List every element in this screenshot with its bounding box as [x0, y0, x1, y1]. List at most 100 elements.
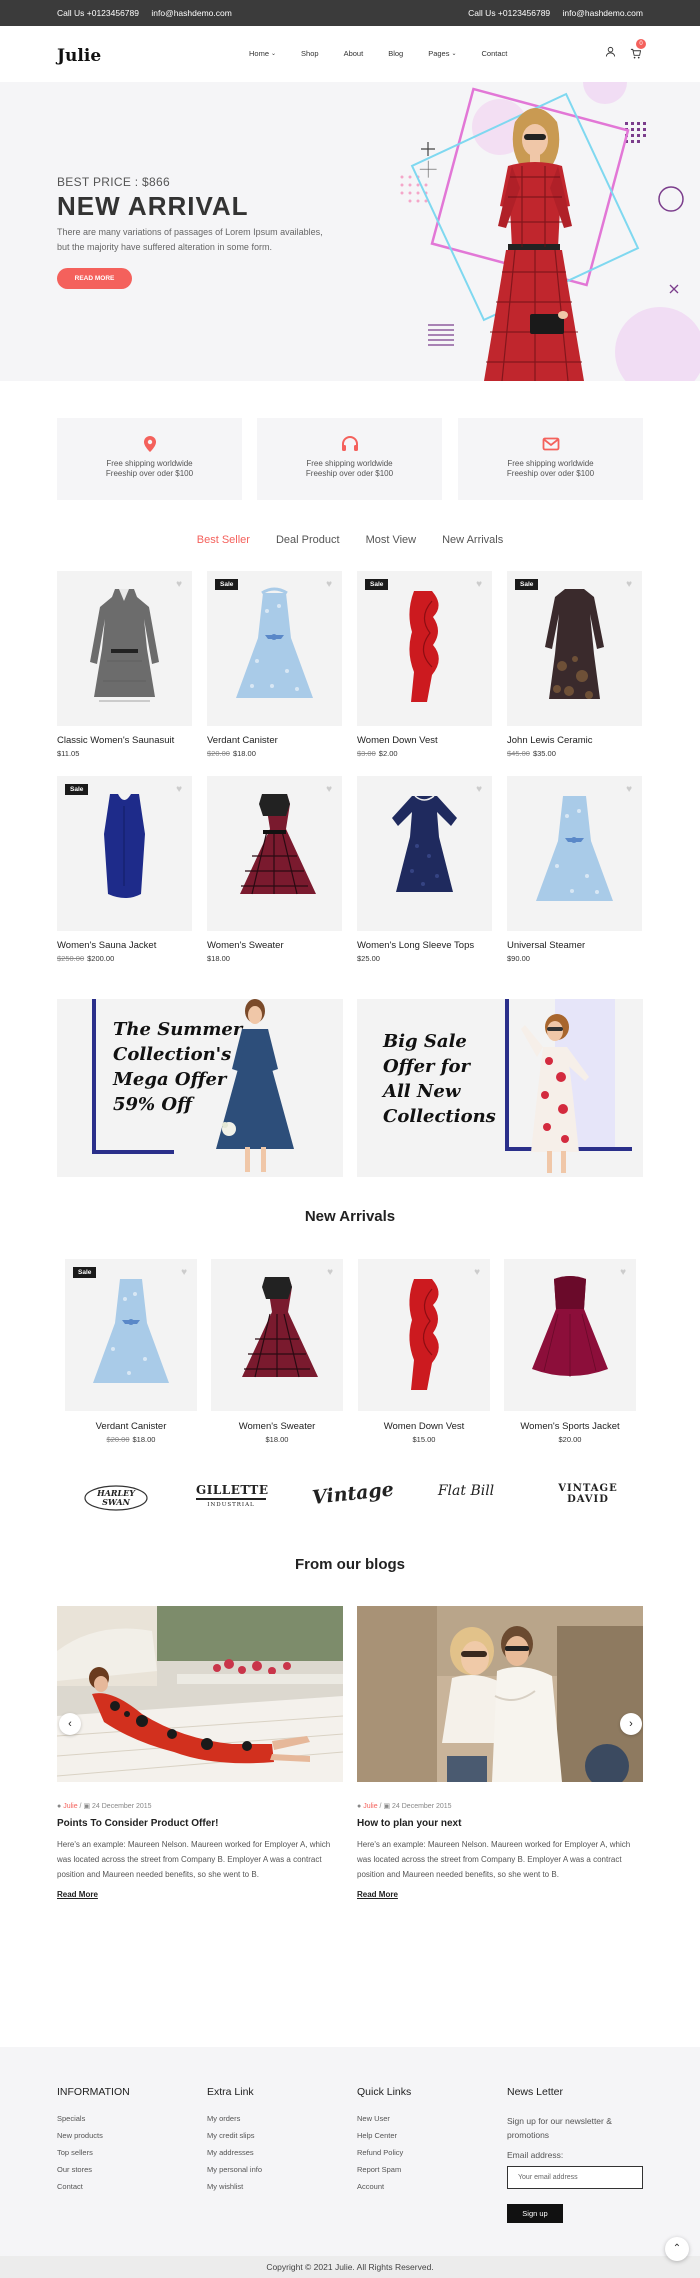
footer-link[interactable]: New products — [57, 2131, 130, 2140]
heart-icon[interactable]: ♥ — [626, 784, 632, 795]
nav-item-contact[interactable]: Contact — [482, 49, 508, 58]
page: Call Us +0123456789 info@hashdemo.com Ca… — [0, 0, 700, 2278]
heart-icon[interactable]: ♥ — [176, 579, 182, 590]
footer-link[interactable]: Specials — [57, 2114, 130, 2123]
heart-icon[interactable]: ♥ — [326, 579, 332, 590]
product-name[interactable]: Verdant Canister — [207, 735, 342, 746]
heart-icon[interactable]: ♥ — [626, 579, 632, 590]
carousel-next-button[interactable]: › — [620, 1713, 642, 1735]
signup-button[interactable]: Sign up — [507, 2204, 563, 2223]
tab-best-seller[interactable]: Best Seller — [197, 534, 250, 546]
footer-link[interactable]: My credit slips — [207, 2131, 262, 2140]
mail-icon — [458, 435, 643, 453]
blog-author[interactable]: Julie — [363, 1803, 377, 1810]
product-name[interactable]: John Lewis Ceramic — [507, 735, 642, 746]
footer-link[interactable]: Help Center — [357, 2131, 411, 2140]
product-name[interactable]: Classic Women's Saunasuit — [57, 735, 192, 746]
product-name[interactable]: Women's Long Sleeve Tops — [357, 940, 492, 951]
footer-link[interactable]: Our stores — [57, 2165, 130, 2174]
back-to-top-button[interactable]: ⌃ — [665, 2237, 689, 2261]
product-name[interactable]: Women's Sweater — [207, 940, 342, 951]
carousel-prev-button[interactable]: ‹ — [59, 1713, 81, 1735]
footer-link[interactable]: My personal info — [207, 2165, 262, 2174]
footer-link[interactable]: Account — [357, 2182, 411, 2191]
read-more-button[interactable]: READ MORE — [57, 268, 132, 289]
heart-icon[interactable]: ♥ — [327, 1267, 333, 1278]
read-more-link[interactable]: Read More — [57, 1890, 343, 1899]
nav-item-blog[interactable]: Blog — [388, 49, 403, 58]
product-card[interactable]: ♥ Universal Steamer $90.00 — [507, 776, 642, 963]
product-name[interactable]: Women's Sweater — [211, 1421, 343, 1432]
blog-image[interactable] — [357, 1606, 643, 1782]
tab-new-arrivals[interactable]: New Arrivals — [442, 534, 503, 546]
product-name[interactable]: Women Down Vest — [357, 735, 492, 746]
brand-logo-gillette[interactable]: GILLETTE INDUSTRIAL — [196, 1483, 268, 1508]
product-card[interactable]: ♥ Classic Women's Saunasuit $11.05 — [57, 571, 192, 758]
product-card[interactable]: ♥ Women's Sweater $18.00 — [211, 1259, 343, 1444]
product-name[interactable]: Women's Sports Jacket — [504, 1421, 636, 1432]
heart-icon[interactable]: ♥ — [326, 784, 332, 795]
product-card[interactable]: Sale ♥ John Lewis Ceramic $45.00 $35.00 — [507, 571, 642, 758]
blog-image[interactable] — [57, 1606, 343, 1782]
product-card[interactable]: Sale ♥ Verdant Canister $20.00 $18.00 — [65, 1259, 197, 1444]
footer-link[interactable]: My wishlist — [207, 2182, 262, 2191]
heart-icon[interactable]: ♥ — [474, 1267, 480, 1278]
footer-link[interactable]: Refund Policy — [357, 2148, 411, 2157]
footer-link[interactable]: Top sellers — [57, 2148, 130, 2157]
product-image: ♥ — [211, 1259, 343, 1411]
footer-link[interactable]: Contact — [57, 2182, 130, 2191]
nav-item-about[interactable]: About — [344, 49, 364, 58]
brand-logo-flat-bill[interactable]: Flat Bill — [428, 1483, 504, 1499]
cart-button[interactable]: 0 — [630, 39, 646, 64]
product-card[interactable]: Sale ♥ Women's Sauna Jacket $250.00 $200.… — [57, 776, 192, 963]
heart-icon[interactable]: ♥ — [176, 784, 182, 795]
nav-label: Shop — [301, 49, 319, 58]
product-card[interactable]: ♥ Women's Sweater $18.00 — [207, 776, 342, 963]
user-icon[interactable] — [605, 46, 616, 57]
product-dress-image — [392, 795, 457, 892]
feature-title: Free shipping worldwide — [306, 459, 393, 468]
product-name[interactable]: Women Down Vest — [358, 1421, 490, 1432]
promo-banner-summer[interactable]: The Summer Collection's Mega Offer 59% O… — [57, 999, 343, 1177]
footer-heading: Quick Links — [357, 2086, 412, 2098]
nav-item-home[interactable]: Home ⌄ — [249, 49, 276, 58]
product-name[interactable]: Women's Sauna Jacket — [57, 940, 192, 951]
product-dress-image — [240, 794, 316, 895]
footer-heading: News Letter — [507, 2086, 564, 2098]
nav-item-shop[interactable]: Shop — [301, 49, 319, 58]
footer-link[interactable]: Report Spam — [357, 2165, 411, 2174]
product-card[interactable]: ♥ Women's Long Sleeve Tops $25.00 — [357, 776, 492, 963]
email-input[interactable]: Your email address — [507, 2166, 643, 2189]
heart-icon[interactable]: ♥ — [181, 1267, 187, 1278]
blog-title[interactable]: How to plan your next — [357, 1818, 643, 1829]
brand-logo-vintage-david[interactable]: VINTAGE DAVID — [548, 1483, 628, 1505]
product-card[interactable]: ♥ Women Down Vest $15.00 — [358, 1259, 490, 1444]
product-name[interactable]: Universal Steamer — [507, 940, 642, 951]
sale-badge: Sale — [65, 784, 89, 795]
product-card[interactable]: Sale ♥ Women Down Vest $3.00 $2.00 — [357, 571, 492, 758]
brand-logo-vintage[interactable]: Vintage — [311, 1478, 395, 1508]
tab-deal-product[interactable]: Deal Product — [276, 534, 340, 546]
email-link[interactable]: info@hashdemo.com — [151, 8, 231, 18]
tab-most-view[interactable]: Most View — [366, 534, 417, 546]
blog-title[interactable]: Points To Consider Product Offer! — [57, 1818, 343, 1829]
heart-icon[interactable]: ♥ — [476, 784, 482, 795]
brand-logo-harley-swan[interactable]: HARLEY SWAN — [83, 1483, 149, 1517]
promo-banner-sale[interactable]: Big Sale Offer for All New Collections — [357, 999, 643, 1177]
footer-link[interactable]: New User — [357, 2114, 411, 2123]
email-link[interactable]: info@hashdemo.com — [563, 8, 643, 18]
product-name[interactable]: Verdant Canister — [65, 1421, 197, 1432]
heart-icon[interactable]: ♥ — [476, 579, 482, 590]
footer-link[interactable]: My addresses — [207, 2148, 262, 2157]
footer-column-information: INFORMATION Specials New products Top se… — [57, 2086, 130, 2199]
heart-icon[interactable]: ♥ — [620, 1267, 626, 1278]
product-card[interactable]: Sale ♥ Verdant Canister $20.00 $18.00 — [207, 571, 342, 758]
logo[interactable]: Julie — [57, 46, 101, 66]
product-card[interactable]: ♥ Women's Sports Jacket $20.00 — [504, 1259, 636, 1444]
footer-link[interactable]: My orders — [207, 2114, 262, 2123]
read-more-link[interactable]: Read More — [357, 1890, 643, 1899]
brand-text: VINTAGE DAVID — [558, 1483, 618, 1505]
hero-title: NEW ARRIVAL — [57, 191, 249, 221]
blog-author[interactable]: Julie — [63, 1803, 77, 1810]
nav-item-pages[interactable]: Pages ⌄ — [428, 49, 456, 58]
